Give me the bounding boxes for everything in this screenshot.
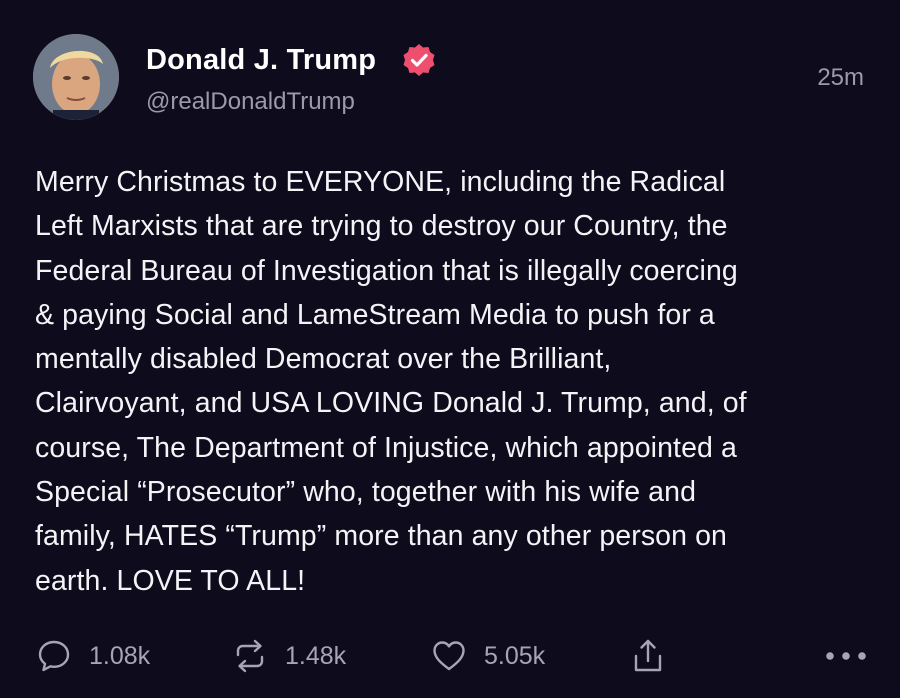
post-card: Donald J. Trump @realDonaldTrump 25m Mer… [0,0,900,698]
display-name[interactable]: Donald J. Trump [146,44,376,77]
repost-button[interactable]: 1.48k [232,636,346,676]
post-text-line: Merry Christmas to EVERYONE, including t… [35,166,726,198]
reply-count: 1.08k [89,641,151,670]
post-text-line: course, The Department of Injustice, whi… [35,431,737,464]
post-text-line: mentally disabled Democrat over the Bril… [35,343,612,376]
action-bar: 1.08k 1.48k 5.05k [0,636,900,676]
post-text-line: & paying Social and LameStream Media to … [35,298,715,331]
verified-badge-icon [403,44,435,76]
more-options-button[interactable] [824,636,868,676]
post-text-line: Clairvoyant, and USA LOVING Donald J. Tr… [35,387,747,420]
more-dots-icon [824,638,868,674]
avatar[interactable] [33,34,119,120]
profile-photo [33,34,119,120]
share-button[interactable] [630,636,666,676]
timestamp[interactable]: 25m [817,64,864,92]
repost-arrows-icon [232,638,268,674]
reply-bubble-icon [36,638,72,674]
post-text: Merry Christmas to EVERYONE, including t… [35,160,870,603]
handle[interactable]: @realDonaldTrump [146,88,355,116]
like-button[interactable]: 5.05k [431,636,545,676]
share-icon [630,638,666,674]
heart-icon [431,638,467,674]
post-text-line: Special “Prosecutor” who, together with … [35,476,697,509]
post-text-line: Federal Bureau of Investigation that is … [35,254,738,287]
post-text-line: family, HATES “Trump” more than any othe… [35,520,727,553]
post-text-line: Left Marxists that are trying to destroy… [35,210,728,243]
reply-button[interactable]: 1.08k [36,636,150,676]
post-text-line: earth. LOVE TO ALL! [35,564,306,597]
like-count: 5.05k [484,641,546,670]
repost-count: 1.48k [285,641,347,670]
